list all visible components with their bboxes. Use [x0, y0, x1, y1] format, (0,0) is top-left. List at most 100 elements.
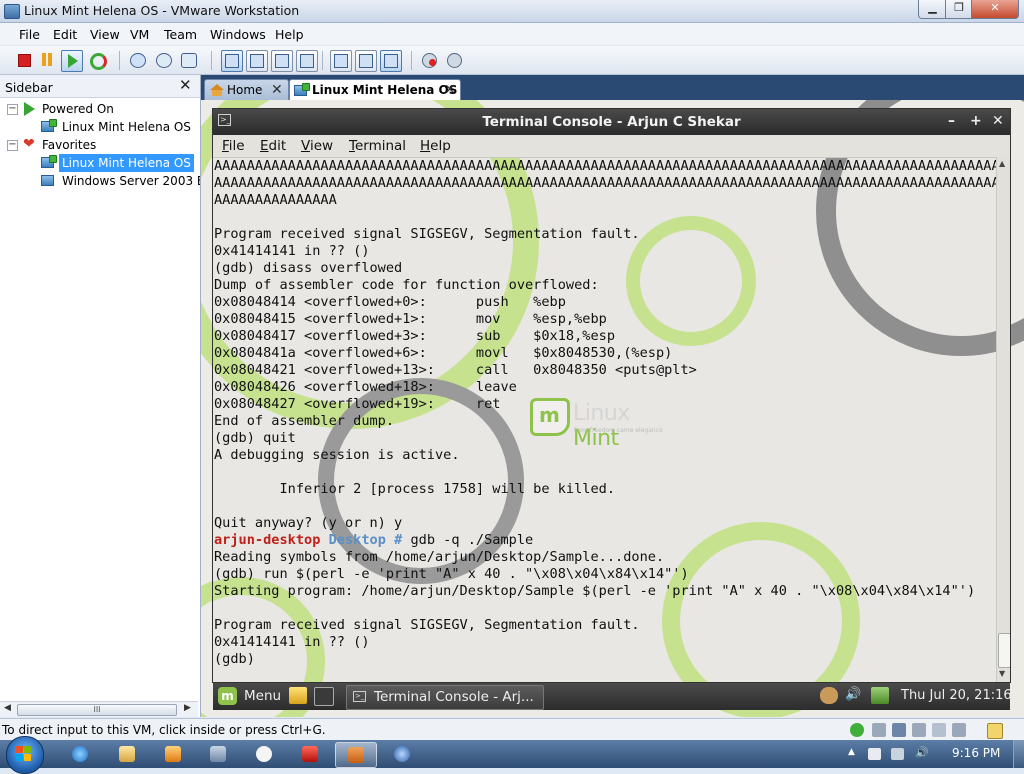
taskbar-explorer[interactable] — [107, 742, 147, 766]
scroll-right-icon[interactable]: ▶ — [184, 703, 191, 713]
terminal-menu-file[interactable]: File — [222, 138, 245, 154]
tree-group-powered-on[interactable]: − Powered On — [0, 100, 200, 118]
taskbar-vmware[interactable] — [335, 742, 377, 768]
hard-disk-icon[interactable] — [872, 723, 886, 737]
terminal-window[interactable]: >_ Terminal Console - Arjun C Shekar – +… — [212, 108, 1011, 683]
taskbar-ie[interactable] — [60, 742, 100, 766]
snapshot-take-icon[interactable] — [129, 51, 147, 69]
vmware-icon — [348, 747, 364, 763]
terminal-launcher-icon[interactable] — [314, 687, 334, 706]
appliance-view-button[interactable] — [380, 50, 402, 72]
terminal-minimize-button[interactable]: – — [948, 113, 955, 129]
menu-vm[interactable]: VM — [130, 27, 149, 42]
terminal-menu-terminal[interactable]: Terminal — [349, 138, 406, 154]
usb-icon[interactable] — [932, 723, 946, 737]
collapse-icon[interactable]: − — [7, 104, 18, 115]
sound-card-icon[interactable] — [952, 723, 966, 737]
terminal-icon: >_ — [353, 691, 366, 702]
power-off-button[interactable] — [15, 51, 33, 69]
window-title-bar: Linux Mint Helena OS - VMware Workstatio… — [0, 0, 1024, 23]
guest-taskbar-terminal[interactable]: >_ Terminal Console - Arj... — [346, 685, 544, 710]
user-icon[interactable] — [820, 687, 838, 704]
menu-team[interactable]: Team — [164, 27, 197, 42]
scroll-down-icon[interactable]: ▼ — [999, 669, 1005, 678]
heart-icon: ❤ — [23, 136, 35, 152]
show-sidebar-button[interactable] — [221, 50, 243, 72]
scroll-up-icon[interactable]: ▲ — [999, 159, 1005, 168]
tab-close-icon[interactable]: ✕ — [271, 82, 283, 98]
terminal-close-button[interactable]: ✕ — [992, 113, 1004, 129]
replay-icon[interactable] — [446, 51, 464, 69]
tree-item-vm[interactable]: Linux Mint Helena OS — [0, 118, 200, 136]
guest-bottom-panel: m Menu >_ Terminal Console - Arj... 🔊 Th… — [213, 683, 1012, 710]
taskbar-app[interactable] — [244, 742, 284, 766]
guest-clock[interactable]: Thu Jul 20, 21:16 — [901, 688, 1012, 703]
toolbar — [0, 46, 1024, 75]
quick-switch-button[interactable] — [246, 50, 268, 72]
taskbar-app[interactable] — [382, 742, 422, 766]
scroll-left-icon[interactable]: ◀ — [4, 703, 11, 713]
full-screen-button[interactable] — [271, 50, 293, 72]
system-clock[interactable]: 9:16 PM — [952, 746, 1000, 760]
terminal-line: AAAAAAAAAAAAAAAAAAAAAAAAAAAAAAAAAAAAAAAA… — [214, 175, 996, 191]
tab-linux-mint[interactable]: Linux Mint Helena OS ✕ — [289, 79, 461, 101]
menu-view[interactable]: View — [90, 27, 120, 42]
close-window-button[interactable]: ✕ — [971, 0, 1019, 19]
collapse-icon[interactable]: − — [7, 140, 18, 151]
taskbar-app[interactable] — [198, 742, 238, 766]
show-hidden-icons-icon[interactable]: ▲ — [848, 747, 855, 757]
menu-file[interactable]: File — [19, 27, 40, 42]
text-editor-icon[interactable] — [289, 687, 307, 704]
volume-icon[interactable]: 🔊 — [845, 687, 863, 704]
quick-switch-icon — [250, 54, 264, 68]
tab-close-icon[interactable]: ✕ — [444, 82, 456, 98]
scroll-thumb[interactable] — [998, 633, 1010, 668]
power-on-button[interactable] — [61, 50, 83, 72]
terminal-line: 0x08048426 <overflowed+18>: leave — [214, 379, 517, 395]
start-button[interactable] — [6, 736, 44, 774]
record-icon[interactable] — [421, 51, 439, 69]
vm-display[interactable]: >_ Terminal Console - Arjun C Shekar – +… — [201, 100, 1024, 717]
terminal-menu-bar: File Edit View Terminal Help — [213, 135, 1010, 158]
minimize-button[interactable]: ▁ — [918, 0, 947, 19]
mint-menu-icon[interactable]: m — [218, 687, 237, 705]
tab-home[interactable]: Home ✕ — [204, 79, 289, 101]
sidebar-close-icon[interactable]: ✕ — [179, 76, 192, 94]
show-desktop-button[interactable] — [1013, 740, 1024, 768]
network-icon[interactable] — [871, 687, 889, 704]
tree-group-label: Favorites — [42, 138, 97, 152]
tree-group-favorites[interactable]: − ❤ Favorites — [0, 136, 200, 154]
scroll-thumb[interactable]: III — [17, 704, 177, 716]
message-log-icon[interactable] — [987, 723, 1003, 739]
terminal-menu-help[interactable]: Help — [420, 138, 451, 154]
reset-button[interactable] — [88, 51, 107, 70]
vm-running-icon — [41, 119, 57, 133]
menu-edit[interactable]: Edit — [53, 27, 77, 42]
suspend-button[interactable] — [39, 51, 57, 69]
snapshot-revert-icon[interactable] — [155, 51, 173, 69]
menu-windows[interactable]: Windows — [210, 27, 266, 42]
linux-mint-logo: m Linux Mint from freedom came elegance — [530, 397, 680, 451]
snapshot-manager-icon[interactable] — [180, 51, 198, 69]
menu-help[interactable]: Help — [275, 27, 304, 42]
unity-button[interactable] — [296, 50, 318, 72]
action-center-icon[interactable] — [868, 748, 881, 760]
terminal-maximize-button[interactable]: + — [970, 113, 982, 129]
sidebar-horizontal-scrollbar[interactable]: ◀ III ▶ — [0, 701, 198, 717]
tree-item-vm[interactable]: Windows Server 2003 Ente — [0, 172, 200, 190]
maximize-button[interactable]: ❐ — [945, 0, 973, 19]
cd-drive-icon[interactable] — [912, 723, 926, 737]
taskbar-media-player[interactable] — [153, 742, 193, 766]
terminal-scrollbar[interactable]: ▲ ▼ — [996, 157, 1010, 682]
guest-menu-button[interactable]: Menu — [244, 688, 281, 704]
floppy-icon[interactable] — [892, 723, 906, 737]
terminal-menu-edit[interactable]: Edit — [260, 138, 286, 154]
terminal-menu-view[interactable]: View — [301, 138, 333, 154]
summary-view-button[interactable] — [355, 50, 377, 72]
console-view-button[interactable] — [330, 50, 352, 72]
taskbar-acrobat[interactable] — [290, 742, 330, 766]
tree-item-vm-selected[interactable]: Linux Mint Helena OS — [0, 154, 200, 172]
volume-tray-icon[interactable]: 🔊 — [915, 746, 929, 759]
network-status-icon[interactable] — [850, 723, 864, 737]
network-tray-icon[interactable] — [891, 748, 904, 760]
